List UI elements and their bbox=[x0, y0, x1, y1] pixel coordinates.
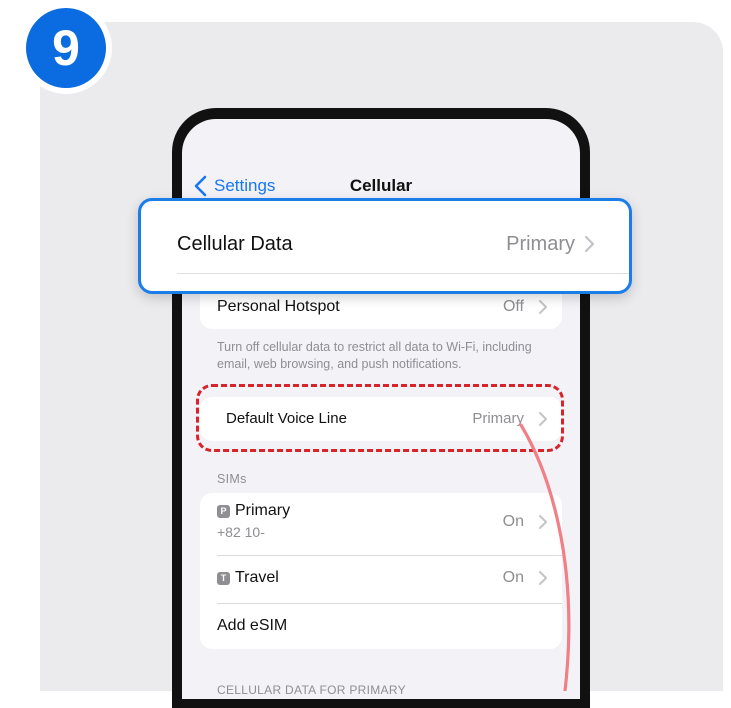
sim-travel-status: On bbox=[502, 569, 524, 586]
cellular-data-value: Primary bbox=[506, 233, 575, 255]
sim-travel-name: Travel bbox=[235, 569, 279, 586]
navigation-bar: Settings Cellular bbox=[182, 171, 580, 201]
annotation-dashed-box bbox=[196, 384, 564, 452]
add-esim-label: Add eSIM bbox=[217, 617, 288, 634]
sims-group: P Primary +82 10- On T Travel On Add eSIM bbox=[200, 493, 562, 649]
sims-section-header: SIMs bbox=[217, 472, 247, 486]
add-esim-button[interactable]: Add eSIM bbox=[200, 603, 562, 649]
chevron-right-icon bbox=[584, 235, 595, 253]
sim-primary-title: P Primary bbox=[217, 501, 290, 521]
sim-badge-icon: P bbox=[217, 505, 230, 518]
chevron-right-icon bbox=[539, 300, 547, 314]
sim-badge-icon: T bbox=[217, 572, 230, 585]
sim-row-travel[interactable]: T Travel On bbox=[200, 555, 562, 601]
sim-row-primary[interactable]: P Primary +82 10- On bbox=[200, 493, 562, 551]
divider bbox=[177, 273, 629, 274]
cellular-data-highlight[interactable]: Cellular Data Primary bbox=[138, 198, 632, 294]
cellular-data-section-header: CELLULAR DATA FOR PRIMARY bbox=[217, 683, 406, 697]
chevron-right-icon bbox=[539, 571, 547, 585]
sim-travel-title: T Travel bbox=[217, 555, 279, 601]
cellular-data-label: Cellular Data bbox=[177, 233, 293, 255]
sim-primary-name: Primary bbox=[235, 502, 291, 519]
chevron-right-icon bbox=[539, 515, 547, 529]
step-number-badge: 9 bbox=[26, 8, 106, 88]
page-title: Cellular bbox=[349, 176, 413, 195]
sim-primary-number: +82 10- bbox=[217, 524, 265, 540]
sim-primary-status: On bbox=[502, 513, 524, 530]
cellular-data-footnote: Turn off cellular data to restrict all d… bbox=[217, 340, 532, 371]
